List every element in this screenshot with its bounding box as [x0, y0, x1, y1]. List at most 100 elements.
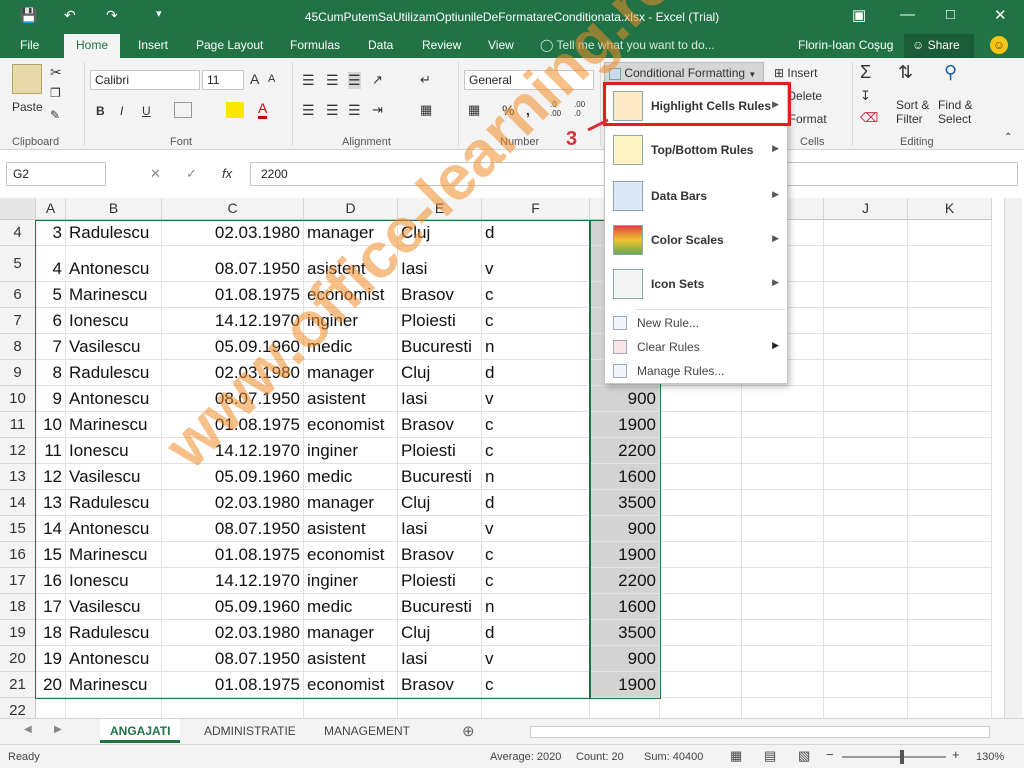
table-cell[interactable] [908, 220, 992, 246]
table-cell[interactable] [660, 464, 742, 490]
collapse-ribbon-icon[interactable]: ⌃ [1004, 132, 1012, 143]
increase-decimal-icon[interactable]: .0 .00 [550, 100, 566, 118]
column-header[interactable]: F [482, 198, 590, 220]
tab-file[interactable]: File [20, 38, 39, 52]
table-cell[interactable] [824, 246, 908, 282]
middle-align-icon[interactable]: ☰ [326, 72, 339, 89]
accounting-format-icon[interactable]: ▦ [468, 102, 480, 118]
row-header[interactable]: 20 [0, 646, 36, 672]
table-cell[interactable] [824, 698, 908, 718]
column-header[interactable]: B [66, 198, 162, 220]
table-cell[interactable] [824, 568, 908, 594]
close-icon[interactable]: ✕ [994, 6, 1007, 24]
align-right-icon[interactable]: ☰ [348, 102, 361, 119]
row-header[interactable]: 17 [0, 568, 36, 594]
table-cell[interactable] [908, 516, 992, 542]
table-cell[interactable] [824, 386, 908, 412]
merge-center-icon[interactable]: ▦ [420, 102, 432, 118]
table-cell[interactable] [908, 672, 992, 698]
table-cell[interactable] [908, 594, 992, 620]
tab-review[interactable]: Review [422, 38, 461, 52]
table-cell[interactable] [824, 490, 908, 516]
menu-clear-rules[interactable]: Clear Rules ▶ [605, 335, 787, 359]
number-format-select[interactable]: General [464, 70, 594, 90]
table-cell[interactable] [660, 412, 742, 438]
vertical-scrollbar[interactable] [1004, 198, 1022, 718]
table-cell[interactable] [482, 698, 590, 718]
align-center-icon[interactable]: ☰ [326, 102, 339, 119]
find-icon[interactable]: ⚲ [944, 62, 957, 83]
table-cell[interactable] [742, 568, 824, 594]
table-cell[interactable] [742, 438, 824, 464]
sort-filter-icon[interactable]: ⇅ [898, 62, 913, 83]
table-cell[interactable] [66, 698, 162, 718]
table-cell[interactable] [660, 568, 742, 594]
conditional-formatting-button[interactable]: Conditional Formatting ▼ [604, 62, 764, 84]
table-cell[interactable] [908, 620, 992, 646]
table-cell[interactable] [824, 220, 908, 246]
normal-view-icon[interactable]: ▦ [730, 748, 742, 764]
minimize-icon[interactable]: — [900, 6, 915, 23]
table-cell[interactable] [824, 412, 908, 438]
percent-style-button[interactable]: % [502, 102, 514, 118]
share-button[interactable]: ☺ Share [904, 34, 974, 58]
table-cell[interactable] [162, 698, 304, 718]
font-size-select[interactable]: 11 [202, 70, 244, 90]
table-cell[interactable] [824, 516, 908, 542]
maximize-icon[interactable]: □ [946, 6, 955, 23]
table-cell[interactable] [908, 568, 992, 594]
column-header[interactable]: J [824, 198, 908, 220]
tab-insert[interactable]: Insert [138, 38, 168, 52]
table-cell[interactable] [660, 594, 742, 620]
format-painter-icon[interactable]: ✎ [50, 108, 60, 122]
bold-button[interactable]: B [96, 104, 105, 118]
borders-icon[interactable] [174, 102, 192, 118]
enter-icon[interactable]: ✓ [186, 166, 197, 182]
font-name-select[interactable]: Calibri [90, 70, 200, 90]
column-header[interactable]: C [162, 198, 304, 220]
next-sheet-icon[interactable]: ▶ [54, 724, 62, 735]
copy-icon[interactable]: ❐ [50, 86, 61, 100]
page-layout-view-icon[interactable]: ▤ [764, 748, 776, 764]
new-sheet-icon[interactable]: ⊕ [462, 722, 475, 740]
table-cell[interactable] [742, 516, 824, 542]
tab-view[interactable]: View [488, 38, 514, 52]
table-cell[interactable] [742, 646, 824, 672]
table-cell[interactable] [908, 438, 992, 464]
column-header[interactable]: E [398, 198, 482, 220]
clear-icon[interactable]: ⌫ [860, 110, 878, 126]
table-cell[interactable] [824, 672, 908, 698]
insert-function-icon[interactable]: fx [222, 166, 232, 181]
feedback-smiley-icon[interactable]: ☺ [990, 36, 1008, 54]
grow-font-icon[interactable]: A [250, 71, 259, 87]
paste-button[interactable]: Paste [12, 100, 43, 114]
tab-formulas[interactable]: Formulas [290, 38, 340, 52]
user-name[interactable]: Florin-Ioan Coşug [798, 38, 893, 52]
row-header[interactable]: 10 [0, 386, 36, 412]
cut-icon[interactable]: ✂ [50, 64, 62, 81]
table-cell[interactable] [742, 464, 824, 490]
table-cell[interactable] [660, 490, 742, 516]
italic-button[interactable]: I [120, 104, 123, 118]
row-header[interactable]: 5 [0, 246, 36, 282]
table-cell[interactable] [742, 620, 824, 646]
menu-new-rule[interactable]: New Rule... [605, 311, 787, 335]
table-cell[interactable] [660, 386, 742, 412]
table-cell[interactable] [742, 412, 824, 438]
align-left-icon[interactable]: ☰ [302, 102, 315, 119]
table-cell[interactable] [908, 490, 992, 516]
horizontal-scrollbar[interactable] [530, 726, 990, 738]
row-header[interactable]: 22 [0, 698, 36, 718]
table-cell[interactable] [36, 698, 66, 718]
table-cell[interactable] [908, 464, 992, 490]
row-header[interactable]: 11 [0, 412, 36, 438]
table-cell[interactable] [824, 542, 908, 568]
zoom-slider-thumb[interactable] [900, 750, 904, 764]
fill-icon[interactable]: ↧ [860, 88, 871, 104]
indent-icon[interactable]: ⇥ [372, 102, 383, 118]
autosum-icon[interactable]: Σ [860, 62, 871, 83]
row-header[interactable]: 16 [0, 542, 36, 568]
row-header[interactable]: 14 [0, 490, 36, 516]
tab-page-layout[interactable]: Page Layout [196, 38, 263, 52]
bottom-align-icon[interactable]: ☰ [348, 72, 361, 89]
